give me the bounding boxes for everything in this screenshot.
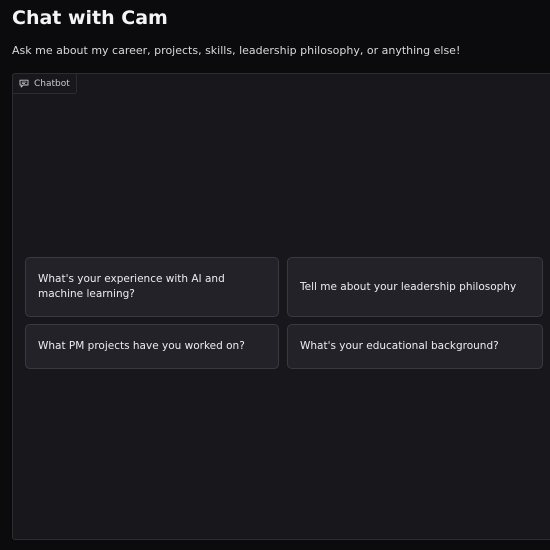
example-prompt-ai-experience[interactable]: What's your experience with AI and machi… [25, 257, 279, 317]
example-prompt-education[interactable]: What's your educational background? [287, 324, 543, 369]
page-subtitle: Ask me about my career, projects, skills… [12, 44, 461, 57]
example-prompt-leadership[interactable]: Tell me about your leadership philosophy [287, 257, 543, 317]
chat-bubble-icon [19, 79, 29, 88]
chatbot-label: Chatbot [13, 74, 77, 94]
example-prompt-text: What's your educational background? [300, 340, 499, 352]
chatbot-tab-label: Chatbot [34, 78, 70, 89]
example-prompt-text: What's your experience with AI and machi… [38, 273, 225, 300]
chatbot-panel: Chatbot What's your experience with AI a… [12, 73, 550, 540]
example-prompt-text: Tell me about your leadership philosophy [300, 280, 517, 293]
app-page: Chat with Cam Ask me about my career, pr… [0, 0, 550, 550]
example-prompt-pm-projects[interactable]: What PM projects have you worked on? [25, 324, 279, 369]
page-title: Chat with Cam [12, 7, 168, 29]
example-prompt-text: What PM projects have you worked on? [38, 340, 245, 352]
